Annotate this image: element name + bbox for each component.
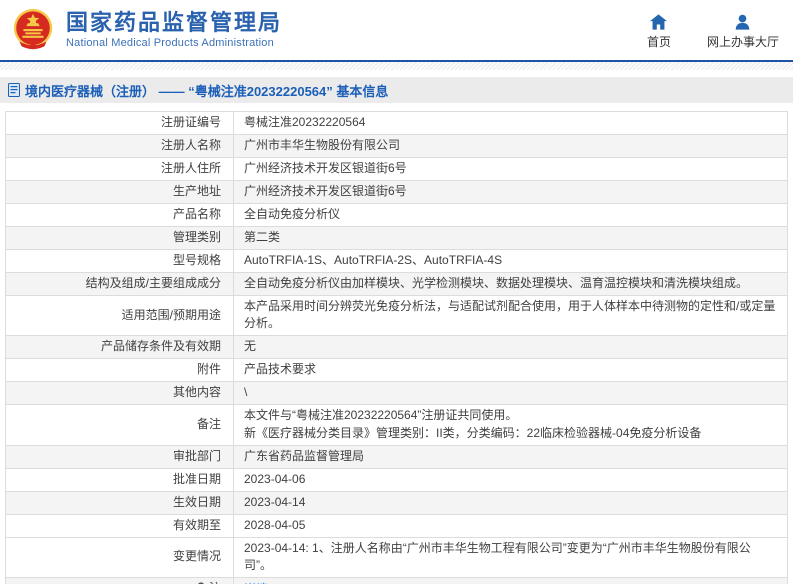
table-row: 审批部门 广东省药品监督管理局 [5,444,788,469]
row-value: 全自动免疫分析仪由加样模块、光学检测模块、数据处理模块、温育温控模块和清洗模块组… [233,272,788,296]
row-value: 广东省药品监督管理局 [233,444,788,469]
row-label: 附件 [5,357,234,382]
row-label: 注册人名称 [5,134,234,158]
top-nav: 首页 网上办事大厅 [641,14,779,50]
table-row: 注册证编号 粤械注准20232220564 [5,111,788,135]
page-title: 境内医疗器械（注册） —— “粤械注准20232220564” 基本信息 [25,83,389,99]
row-value: 第二类 [233,226,788,250]
table-row: 变更情况 2023-04-14: 1、注册人名称由“广州市丰华生物工程有限公司”变… [5,536,788,578]
table-row: 注详情 [5,576,788,584]
nav-label: 首页 [646,35,671,49]
org-title-en: National Medical Products Administration [66,37,274,50]
org-title-cn: 国家药品监督管理局 [66,9,283,35]
row-value: 全自动免疫分析仪 [233,203,788,227]
info-table-wrap: 注册证编号 粤械注准20232220564 注册人名称 广州市丰华生物股份有限公司 注册… [5,111,788,584]
row-label: 备注 [5,403,234,446]
row-value: 本文件与“粤械注准20232220564”注册证共同使用。 新《医疗器械分类目录… [233,403,788,446]
table-row: 生效日期 2023-04-14 [5,490,788,515]
info-table-body: 注册证编号 粤械注准20232220564 注册人名称 广州市丰华生物股份有限公司 注册… [5,111,788,584]
row-value: 粤械注准20232220564 [233,111,788,135]
row-value: 无 [233,334,788,359]
nav-item-home[interactable]: 首页 [641,14,677,50]
row-value: 广州经济技术开发区银道街6号 [233,180,788,204]
table-row: 产品储存条件及有效期无 [5,334,788,359]
row-value: 2023-04-06 [233,467,788,492]
row-label: 变更情况 [5,536,234,578]
table-row: 附件 产品技术要求 [5,357,788,382]
china-national-emblem-icon [13,8,53,50]
row-value: AutoTRFIA-1S、AutoTRFIA-2S、AutoTRFIA-4S [233,249,788,273]
document-icon [8,83,20,97]
row-value: \ [233,380,788,405]
site-header: 国家药品监督管理局 National Medical Products Admi… [0,0,793,62]
table-row: 注册人住所 广州经济技术开发区银道街6号 [5,157,788,181]
nav-item-service-hall[interactable]: 网上办事大厅 [707,14,779,50]
row-label: 其他内容 [5,380,234,405]
row-value: 2023-04-14: 1、注册人名称由“广州市丰华生物工程有限公司”变更为“广… [233,536,788,578]
row-label: 适用范围/预期用途 [5,295,234,336]
brand: 国家药品监督管理局 National Medical Products Admi… [10,7,282,53]
row-label: 生产地址 [5,180,234,204]
table-row: 备注 本文件与“粤械注准20232220564”注册证共同使用。 新《医疗器械分类… [5,403,788,446]
row-label: 注册证编号 [5,111,234,135]
table-row: 型号规格 AutoTRFIA-1S、AutoTRFIA-2S、AutoTRFIA-… [5,249,788,273]
row-value: 详情 [233,576,788,584]
row-label: 产品名称 [5,203,234,227]
row-label: 注 [5,576,234,584]
row-value: 产品技术要求 [233,357,788,382]
table-row: 生产地址 广州经济技术开发区银道街6号 [5,180,788,204]
user-icon [736,14,750,30]
org-title: 国家药品监督管理局 National Medical Products Admi… [66,9,283,50]
row-label: 有效期至 [5,513,234,538]
table-row: 注册人名称 广州市丰华生物股份有限公司 [5,134,788,158]
table-row: 批准日期 2023-04-06 [5,467,788,492]
table-row: 产品名称 全自动免疫分析仪 [5,203,788,227]
table-row: 结构及组成/主要组成成分 全自动免疫分析仪由加样模块、光学检测模块、数据处理模块、… [5,272,788,296]
nav-label: 网上办事大厅 [706,35,779,49]
row-label: 审批部门 [5,444,234,469]
row-value: 2028-04-05 [233,513,788,538]
row-label: 型号规格 [5,249,234,273]
row-label: 注册人住所 [5,157,234,181]
row-label: 管理类别 [5,226,234,250]
row-label: 结构及组成/主要组成成分 [5,272,234,296]
home-icon [650,14,668,30]
table-row: 有效期至 2028-04-05 [5,513,788,538]
row-label: 生效日期 [5,490,234,515]
row-label: 产品储存条件及有效期 [5,334,234,359]
page-title-bar: 境内医疗器械（注册） —— “粤械注准20232220564” 基本信息 [0,77,793,103]
hatch-strip [0,62,793,70]
info-table: 注册证编号 粤械注准20232220564 注册人名称 广州市丰华生物股份有限公司 注册… [5,111,788,584]
table-row: 管理类别 第二类 [5,226,788,250]
row-label: 批准日期 [5,467,234,492]
row-value: 2023-04-14 [233,490,788,515]
row-value: 广州市丰华生物股份有限公司 [233,134,788,158]
table-row: 其他内容 \ [5,380,788,405]
row-value: 广州经济技术开发区银道街6号 [233,157,788,181]
table-row: 适用范围/预期用途 本产品采用时间分辨荧光免疫分析法，与适配试剂配合使用，用于人体… [5,295,788,336]
row-value: 本产品采用时间分辨荧光免疫分析法，与适配试剂配合使用，用于人体样本中待测物的定性… [233,295,788,336]
